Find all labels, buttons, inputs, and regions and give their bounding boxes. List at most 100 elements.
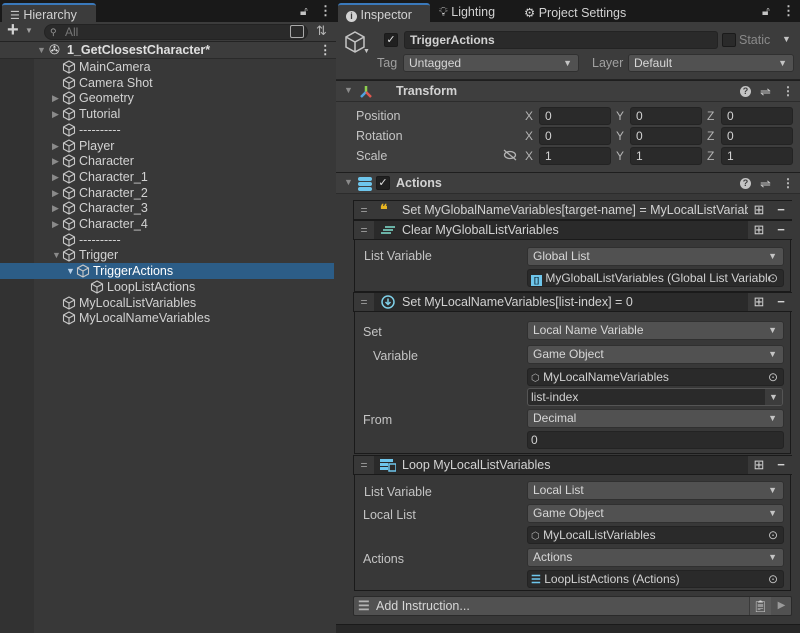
local-name-object-field[interactable]: ⬡ MyLocalNameVariables ⊙ (527, 368, 784, 386)
axis-label-y[interactable]: Y (616, 129, 624, 143)
run-button[interactable]: ▶ (771, 597, 792, 615)
remove-instruction-button[interactable]: − (770, 221, 792, 239)
rotation-x-input[interactable]: 0 (539, 127, 611, 145)
global-list-object-field[interactable]: [] MyGlobalListVariables (Global List Va… (527, 269, 784, 287)
hierarchy-item[interactable]: ---------- (0, 122, 334, 138)
hierarchy-item[interactable]: ▼ Trigger (0, 247, 334, 263)
axis-label-x[interactable]: X (525, 129, 533, 143)
transform-header[interactable]: ▼ Transform ? ⇌ ⋮ (336, 80, 800, 102)
expand-instruction-button[interactable]: ⊞ (748, 221, 770, 239)
hierarchy-item[interactable]: MainCamera (0, 59, 334, 75)
expand-instruction-button[interactable]: ⊞ (748, 456, 770, 474)
drag-handle-icon[interactable]: = (354, 456, 374, 474)
axis-label-z[interactable]: Z (707, 129, 714, 143)
more-menu-icon[interactable]: ⋮ (782, 3, 795, 19)
scale-z-input[interactable]: 1 (721, 147, 793, 165)
instruction-loop-local-list[interactable]: = Loop MyLocalListVariables ⊞ − (353, 455, 792, 475)
paste-instruction-button[interactable]: 📋︎ (749, 597, 771, 615)
component-menu-icon[interactable]: ⋮ (782, 176, 794, 190)
hierarchy-item[interactable]: ▶ Character_4 (0, 216, 334, 232)
local-list-object-field[interactable]: ⬡ MyLocalListVariables ⊙ (527, 526, 784, 544)
collapse-arrow-icon[interactable]: ▶ (52, 153, 59, 169)
hierarchy-item[interactable]: LoopListActions (0, 279, 334, 295)
hierarchy-item[interactable]: MyLocalListVariables (0, 295, 334, 311)
axis-label-y[interactable]: Y (616, 149, 624, 163)
actions-dropdown[interactable]: Actions ▼ (527, 548, 784, 567)
collapse-arrow-icon[interactable]: ▶ (52, 90, 59, 106)
active-checkbox[interactable]: ✓ (384, 33, 398, 47)
list-variable-dropdown[interactable]: Global List ▼ (527, 247, 784, 266)
object-name-input[interactable]: TriggerActions (404, 31, 718, 49)
object-picker-icon[interactable]: ⊙ (766, 572, 780, 586)
position-x-input[interactable]: 0 (539, 107, 611, 125)
scene-menu-icon[interactable]: ⋮ (319, 42, 332, 58)
remove-instruction-button[interactable]: − (770, 456, 792, 474)
help-icon[interactable]: ? (740, 86, 751, 97)
hierarchy-item[interactable]: ---------- (0, 232, 334, 248)
expand-instruction-button[interactable]: ⊞ (748, 201, 770, 219)
remove-instruction-button[interactable]: − (770, 293, 792, 311)
axis-label-x[interactable]: X (525, 109, 533, 123)
sort-icon[interactable]: ⇅ (316, 23, 327, 39)
axis-label-z[interactable]: Z (707, 109, 714, 123)
expand-arrow-icon[interactable]: ▼ (52, 247, 61, 263)
decimal-input[interactable]: 0 (527, 431, 784, 449)
static-dropdown-caret-icon[interactable]: ▼ (782, 34, 791, 44)
from-dropdown[interactable]: Decimal ▼ (527, 409, 784, 428)
constrain-proportions-icon[interactable] (503, 149, 517, 161)
instruction-set-global-name[interactable]: = ❝ Set MyGlobalNameVariables[target-nam… (353, 200, 792, 220)
collapse-arrow-icon[interactable]: ▶ (52, 200, 59, 216)
variable-dropdown[interactable]: Game Object ▼ (527, 345, 784, 364)
scale-y-input[interactable]: 1 (630, 147, 702, 165)
name-input[interactable]: list-index ▼ (527, 388, 783, 406)
static-checkbox[interactable] (722, 33, 736, 47)
name-dropdown-caret-icon[interactable]: ▼ (764, 389, 782, 405)
foldout-arrow-icon[interactable]: ▼ (344, 177, 353, 187)
hierarchy-item[interactable]: MyLocalNameVariables (0, 310, 334, 326)
hierarchy-item[interactable]: ▶ Tutorial (0, 106, 334, 122)
scene-visibility-icon[interactable] (290, 25, 304, 38)
add-button[interactable]: + (7, 19, 19, 42)
remove-instruction-button[interactable]: − (770, 201, 792, 219)
hierarchy-item[interactable]: ▶ Character_2 (0, 185, 334, 201)
position-y-input[interactable]: 0 (630, 107, 702, 125)
object-picker-icon[interactable]: ⊙ (766, 528, 780, 542)
actions-header[interactable]: ▼ ✓ Actions ? ⇌ ⋮ (336, 172, 800, 194)
axis-label-x[interactable]: X (525, 149, 533, 163)
collapse-arrow-icon[interactable]: ▶ (52, 106, 59, 122)
collapse-arrow-icon[interactable]: ▶ (52, 169, 59, 185)
layer-dropdown[interactable]: Default ▼ (628, 54, 794, 72)
drag-handle-icon[interactable]: = (354, 221, 374, 239)
actions-object-field[interactable]: ☰ LoopListActions (Actions) ⊙ (527, 570, 784, 588)
tag-dropdown[interactable]: Untagged ▼ (403, 54, 579, 72)
expand-instruction-button[interactable]: ⊞ (748, 293, 770, 311)
hierarchy-item[interactable]: ▶ Player (0, 138, 334, 154)
axis-label-z[interactable]: Z (707, 149, 714, 163)
expand-arrow-icon[interactable]: ▼ (37, 42, 46, 58)
add-instruction-button[interactable]: Add Instruction... (376, 599, 470, 613)
drag-handle-icon[interactable]: = (354, 201, 374, 219)
scene-row[interactable]: ▼ ✇ 1_GetClosestCharacter* ⋮ (0, 42, 336, 59)
instruction-clear-global-list[interactable]: = Clear MyGlobalListVariables ⊞ − (353, 220, 792, 240)
lock-icon[interactable]: 🔓︎ (762, 4, 770, 19)
add-dropdown-caret-icon[interactable]: ▼ (25, 26, 33, 35)
position-z-input[interactable]: 0 (721, 107, 793, 125)
presets-icon[interactable]: ⇌ (760, 176, 771, 192)
object-picker-icon[interactable]: ⊙ (766, 370, 780, 384)
local-list-dropdown[interactable]: Game Object ▼ (527, 504, 784, 523)
foldout-arrow-icon[interactable]: ▼ (344, 85, 353, 95)
hierarchy-item[interactable]: ▼ TriggerActions (0, 263, 334, 280)
hierarchy-item[interactable]: Camera Shot (0, 75, 334, 91)
tab-lighting[interactable]: 💡︎ Lighting (439, 5, 495, 20)
set-dropdown[interactable]: Local Name Variable ▼ (527, 321, 784, 340)
more-menu-icon[interactable]: ⋮ (319, 3, 332, 19)
tab-project-settings[interactable]: ⚙ Project Settings (524, 5, 626, 20)
rotation-y-input[interactable]: 0 (630, 127, 702, 145)
hierarchy-item[interactable]: ▶ Character_3 (0, 200, 334, 216)
hierarchy-item[interactable]: ▶ Character_1 (0, 169, 334, 185)
actions-enabled-checkbox[interactable]: ✓ (376, 176, 390, 190)
object-picker-icon[interactable]: ⊙ (766, 271, 780, 285)
icon-dropdown-caret-icon[interactable]: ▼ (363, 48, 370, 55)
component-menu-icon[interactable]: ⋮ (782, 84, 794, 98)
instruction-set-local-name[interactable]: = Set MyLocalNameVariables[list-index] =… (353, 292, 792, 312)
